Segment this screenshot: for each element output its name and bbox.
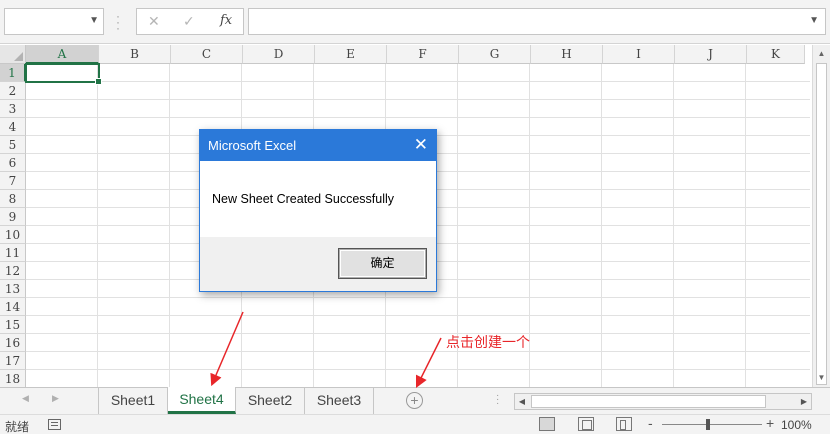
formula-input[interactable]: ▼ bbox=[248, 8, 826, 35]
row-header-18[interactable]: 18 bbox=[0, 370, 26, 388]
column-header-e[interactable]: E bbox=[315, 45, 387, 64]
row-header-14[interactable]: 14 bbox=[0, 298, 26, 316]
page-break-view-icon[interactable] bbox=[616, 417, 632, 431]
excel-window: ▼ · · · ✕ ✓ fx ▼ ABCDEFGHIJK 1 2 3 4 5 6 7 8 9 10 11… bbox=[0, 0, 830, 434]
row-header-7[interactable]: 7 bbox=[0, 172, 26, 190]
scroll-down-icon[interactable]: ▼ bbox=[814, 371, 829, 385]
add-sheet-icon[interactable]: + bbox=[406, 392, 423, 409]
horizontal-scrollbar[interactable]: ◀ ▶ bbox=[514, 393, 812, 410]
macro-record-icon[interactable] bbox=[48, 419, 61, 430]
column-header-j[interactable]: J bbox=[675, 45, 747, 64]
column-header-a[interactable]: A bbox=[26, 45, 99, 64]
tab-sheet4[interactable]: Sheet4 bbox=[168, 387, 236, 414]
row-header-15[interactable]: 15 bbox=[0, 316, 26, 334]
tab-sheet2[interactable]: Sheet2 bbox=[236, 388, 305, 414]
row-header-6[interactable]: 6 bbox=[0, 154, 26, 172]
zoom-slider-knob[interactable] bbox=[706, 419, 710, 430]
sheet-tab-bar: ◀ ▶ Sheet1 Sheet4 Sheet2 Sheet3 + · · · ◀ … bbox=[0, 387, 830, 414]
split-handle-icon[interactable]: · · · bbox=[496, 391, 499, 409]
insert-function-icon[interactable]: fx bbox=[220, 13, 232, 28]
formula-buttons: ✕ ✓ fx bbox=[136, 8, 244, 35]
scroll-up-icon[interactable]: ▲ bbox=[814, 47, 829, 61]
cancel-icon[interactable]: ✕ bbox=[148, 13, 160, 30]
formula-bar-grip-icon: · · · bbox=[116, 9, 120, 35]
column-header-c[interactable]: C bbox=[171, 45, 243, 64]
row-header-9[interactable]: 9 bbox=[0, 208, 26, 226]
row-header-3[interactable]: 3 bbox=[0, 100, 26, 118]
zoom-slider[interactable] bbox=[662, 424, 762, 425]
prev-sheet-icon[interactable]: ◀ bbox=[22, 393, 29, 404]
select-all-corner[interactable] bbox=[0, 45, 26, 64]
zoom-level[interactable]: 100% bbox=[781, 418, 812, 432]
row-header-2[interactable]: 2 bbox=[0, 82, 26, 100]
row-header-4[interactable]: 4 bbox=[0, 118, 26, 136]
scroll-left-icon[interactable]: ◀ bbox=[515, 394, 529, 409]
column-header-k[interactable]: K bbox=[747, 45, 805, 64]
status-bar: 就绪 - + 100% bbox=[0, 414, 830, 434]
active-cell-A1[interactable] bbox=[25, 63, 102, 85]
tab-sheet1[interactable]: Sheet1 bbox=[98, 388, 168, 414]
row-header-10[interactable]: 10 bbox=[0, 226, 26, 244]
vertical-scrollbar[interactable]: ▲ ▼ bbox=[812, 45, 830, 387]
row-header-8[interactable]: 8 bbox=[0, 190, 26, 208]
enter-icon[interactable]: ✓ bbox=[183, 13, 195, 30]
close-icon[interactable]: ✕ bbox=[414, 135, 428, 155]
row-header-5[interactable]: 5 bbox=[0, 136, 26, 154]
ok-button[interactable]: 确定 bbox=[338, 248, 427, 279]
zoom-out-icon[interactable]: - bbox=[648, 415, 653, 431]
column-header-b[interactable]: B bbox=[99, 45, 171, 64]
zoom-in-icon[interactable]: + bbox=[766, 415, 774, 431]
row-header-12[interactable]: 12 bbox=[0, 262, 26, 280]
message-box: Microsoft Excel ✕ New Sheet Created Succ… bbox=[199, 129, 437, 292]
name-box-dropdown-icon[interactable]: ▼ bbox=[89, 15, 99, 26]
message-box-title: Microsoft Excel bbox=[208, 138, 297, 153]
horizontal-scroll-thumb[interactable] bbox=[531, 395, 766, 408]
next-sheet-icon[interactable]: ▶ bbox=[52, 393, 59, 404]
column-header-h[interactable]: H bbox=[531, 45, 603, 64]
row-header-13[interactable]: 13 bbox=[0, 280, 26, 298]
message-box-body: New Sheet Created Successfully bbox=[200, 161, 436, 237]
column-header-f[interactable]: F bbox=[387, 45, 459, 64]
message-box-titlebar[interactable]: Microsoft Excel ✕ bbox=[200, 130, 436, 161]
annotation-text: 点击创建一个 bbox=[446, 334, 530, 350]
message-box-footer: 确定 bbox=[200, 237, 436, 291]
message-text: New Sheet Created Successfully bbox=[212, 192, 395, 206]
row-header-1[interactable]: 1 bbox=[0, 64, 26, 82]
scroll-right-icon[interactable]: ▶ bbox=[797, 394, 811, 409]
column-header-d[interactable]: D bbox=[243, 45, 315, 64]
status-text: 就绪 bbox=[5, 420, 30, 434]
normal-view-icon[interactable] bbox=[539, 417, 555, 431]
formula-bar: ▼ · · · ✕ ✓ fx ▼ bbox=[0, 0, 830, 44]
vertical-scroll-thumb[interactable] bbox=[816, 63, 827, 385]
expand-formula-icon[interactable]: ▼ bbox=[809, 15, 819, 26]
row-header-17[interactable]: 17 bbox=[0, 352, 26, 370]
row-header-16[interactable]: 16 bbox=[0, 334, 26, 352]
page-layout-view-icon[interactable] bbox=[578, 417, 594, 431]
row-header-11[interactable]: 11 bbox=[0, 244, 26, 262]
column-header-i[interactable]: I bbox=[603, 45, 675, 64]
column-header-g[interactable]: G bbox=[459, 45, 531, 64]
name-box[interactable]: ▼ bbox=[4, 8, 104, 35]
tab-sheet3[interactable]: Sheet3 bbox=[305, 388, 374, 414]
